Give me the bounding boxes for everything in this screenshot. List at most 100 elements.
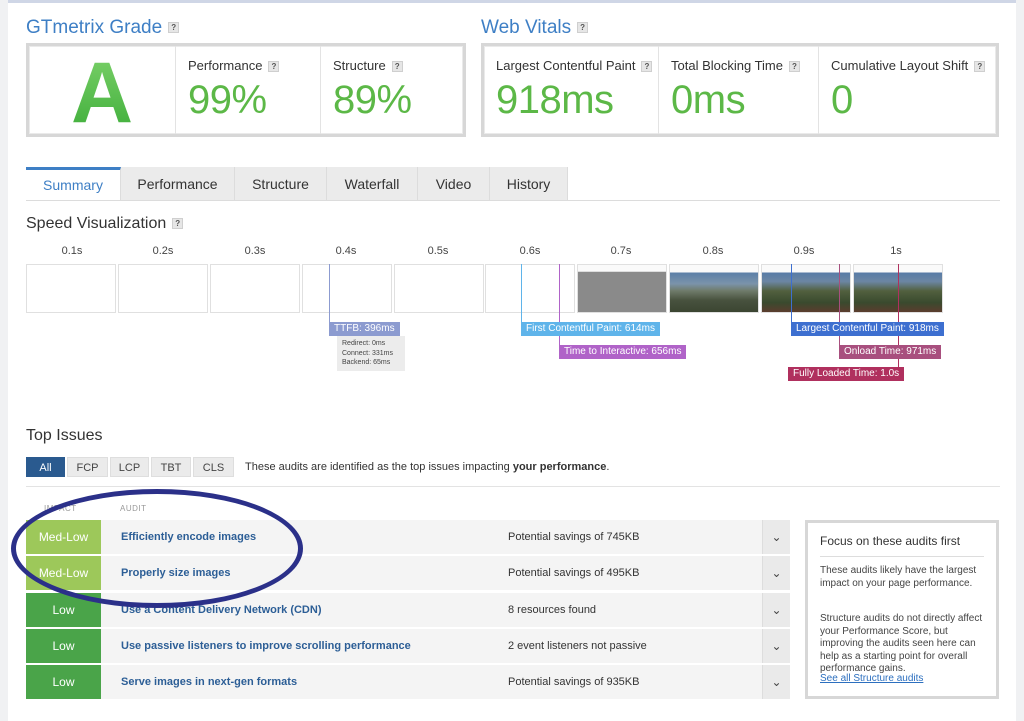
tick-label: 0.3s <box>244 245 266 257</box>
impact-badge: Low <box>26 629 101 663</box>
tbt-value: 0ms <box>671 78 746 122</box>
impact-badge: Med-Low <box>26 520 101 554</box>
chevron-down-icon[interactable]: ⌄ <box>762 593 790 627</box>
filmstrip-frame[interactable] <box>485 264 575 313</box>
filter-fcp[interactable]: FCP <box>67 457 108 477</box>
audit-detail: 8 resources found <box>508 604 597 616</box>
tab-waterfall[interactable]: Waterfall <box>327 167 418 201</box>
issue-row[interactable]: Low Serve images in next-gen formats Pot… <box>26 665 790 699</box>
performance-label: Performance? <box>188 58 280 73</box>
web-vitals-box: Largest Contentful Paint? 918ms Total Bl… <box>481 43 999 137</box>
filter-cls[interactable]: CLS <box>193 457 234 477</box>
lcp-cell: Largest Contentful Paint? 918ms <box>484 46 659 134</box>
filmstrip-frame[interactable] <box>669 264 759 313</box>
lcp-line <box>791 264 792 322</box>
help-icon[interactable]: ? <box>641 61 653 73</box>
filter-tbt[interactable]: TBT <box>151 457 191 477</box>
tick-label: 0.1s <box>61 245 83 257</box>
impact-badge: Med-Low <box>26 556 101 590</box>
cls-cell: Cumulative Layout Shift? 0 <box>819 46 996 134</box>
see-all-structure-audits-link[interactable]: See all Structure audits <box>820 673 923 684</box>
tab-structure[interactable]: Structure <box>235 167 327 201</box>
issue-row[interactable]: Low Use passive listeners to improve scr… <box>26 629 790 663</box>
help-icon[interactable]: ? <box>391 61 403 73</box>
help-icon[interactable]: ? <box>577 22 589 34</box>
impact-column-header: IMPACT <box>44 504 77 513</box>
focus-panel-title: Focus on these audits first <box>820 534 961 548</box>
performance-cell: Performance? 99% <box>176 46 321 134</box>
help-icon[interactable]: ? <box>172 218 184 230</box>
ttfb-backend: Backend: 65ms <box>342 359 391 366</box>
filmstrip-frame[interactable] <box>761 264 851 313</box>
tab-video[interactable]: Video <box>418 167 490 201</box>
issue-row[interactable]: Med-Low Properly size images Potential s… <box>26 556 790 590</box>
speed-viz-header: Speed Visualization? <box>26 215 184 233</box>
audit-link[interactable]: Properly size images <box>121 556 230 590</box>
help-icon[interactable]: ? <box>168 22 180 34</box>
issue-row[interactable]: Low Use a Content Delivery Network (CDN)… <box>26 593 790 627</box>
tick-label: 0.8s <box>702 245 724 257</box>
page: GTmetrix Grade? A Performance? 99% Struc… <box>8 0 1016 721</box>
tti-marker: Time to Interactive: 656ms <box>559 345 687 359</box>
chevron-down-icon[interactable]: ⌄ <box>762 556 790 590</box>
chevron-down-icon[interactable]: ⌄ <box>762 665 790 699</box>
help-icon[interactable]: ? <box>268 61 280 73</box>
tick-label: 0.6s <box>519 245 541 257</box>
filmstrip-frame[interactable] <box>118 264 208 313</box>
tbt-label: Total Blocking Time? <box>671 58 800 73</box>
focus-panel-text: These audits likely have the largest imp… <box>820 565 977 589</box>
onload-marker: Onload Time: 971ms <box>839 345 942 359</box>
audit-link[interactable]: Use passive listeners to improve scrolli… <box>121 629 411 663</box>
audit-link[interactable]: Serve images in next-gen formats <box>121 665 297 699</box>
focus-audits-panel: Focus on these audits first These audits… <box>805 520 999 699</box>
impact-badge: Low <box>26 665 101 699</box>
tab-performance[interactable]: Performance <box>121 167 235 201</box>
speed-viz-title: Speed Visualization <box>26 215 167 232</box>
lcp-label: Largest Contentful Paint? <box>496 58 653 73</box>
impact-badge: Low <box>26 593 101 627</box>
tick-label: 1s <box>890 245 902 257</box>
gtmetrix-grade-header: GTmetrix Grade? <box>26 17 180 39</box>
tick-label: 0.4s <box>335 245 357 257</box>
fcp-line <box>521 264 522 322</box>
tab-summary[interactable]: Summary <box>26 167 121 201</box>
performance-value: 99% <box>188 78 267 122</box>
audit-detail: Potential savings of 935KB <box>508 676 640 688</box>
audit-link[interactable]: Efficiently encode images <box>121 520 256 554</box>
tick-label: 0.7s <box>610 245 632 257</box>
audit-link[interactable]: Use a Content Delivery Network (CDN) <box>121 593 322 627</box>
filmstrip-frame[interactable] <box>577 264 667 313</box>
filter-note: These audits are identified as the top i… <box>245 461 610 473</box>
issues-divider <box>26 486 1000 487</box>
lcp-marker: Largest Contentful Paint: 918ms <box>791 322 944 336</box>
tick-label: 0.2s <box>152 245 174 257</box>
gtmetrix-grade-title: GTmetrix Grade <box>26 17 163 38</box>
help-icon[interactable]: ? <box>974 61 986 73</box>
filmstrip-frame[interactable] <box>26 264 116 313</box>
structure-label: Structure? <box>333 58 403 73</box>
chevron-down-icon[interactable]: ⌄ <box>762 629 790 663</box>
structure-value: 89% <box>333 78 412 122</box>
filmstrip-frame[interactable] <box>394 264 484 313</box>
filter-all[interactable]: All <box>26 457 65 477</box>
chevron-down-icon[interactable]: ⌄ <box>762 520 790 554</box>
fully-loaded-marker: Fully Loaded Time: 1.0s <box>788 367 905 381</box>
audit-detail: 2 event listeners not passive <box>508 640 647 652</box>
tick-label: 0.9s <box>793 245 815 257</box>
filter-lcp[interactable]: LCP <box>110 457 149 477</box>
grade-letter: A <box>29 46 175 140</box>
tab-history[interactable]: History <box>490 167 568 201</box>
focus-panel-divider <box>820 556 984 557</box>
issue-row[interactable]: Med-Low Efficiently encode images Potent… <box>26 520 790 554</box>
help-icon[interactable]: ? <box>789 61 800 73</box>
tbt-cell: Total Blocking Time? 0ms <box>659 46 819 134</box>
ttfb-breakdown: Redirect: 0ms Connect: 331ms Backend: 65… <box>337 336 405 371</box>
audit-detail: Potential savings of 745KB <box>508 531 640 543</box>
filmstrip-frame[interactable] <box>302 264 392 313</box>
cls-value: 0 <box>831 78 853 122</box>
cls-label: Cumulative Layout Shift? <box>831 58 986 73</box>
top-issues-title: Top Issues <box>26 427 103 444</box>
filmstrip-frame[interactable] <box>210 264 300 313</box>
gtmetrix-grade-box: A Performance? 99% Structure? 89% <box>26 43 466 140</box>
audit-column-header: AUDIT <box>120 504 147 513</box>
